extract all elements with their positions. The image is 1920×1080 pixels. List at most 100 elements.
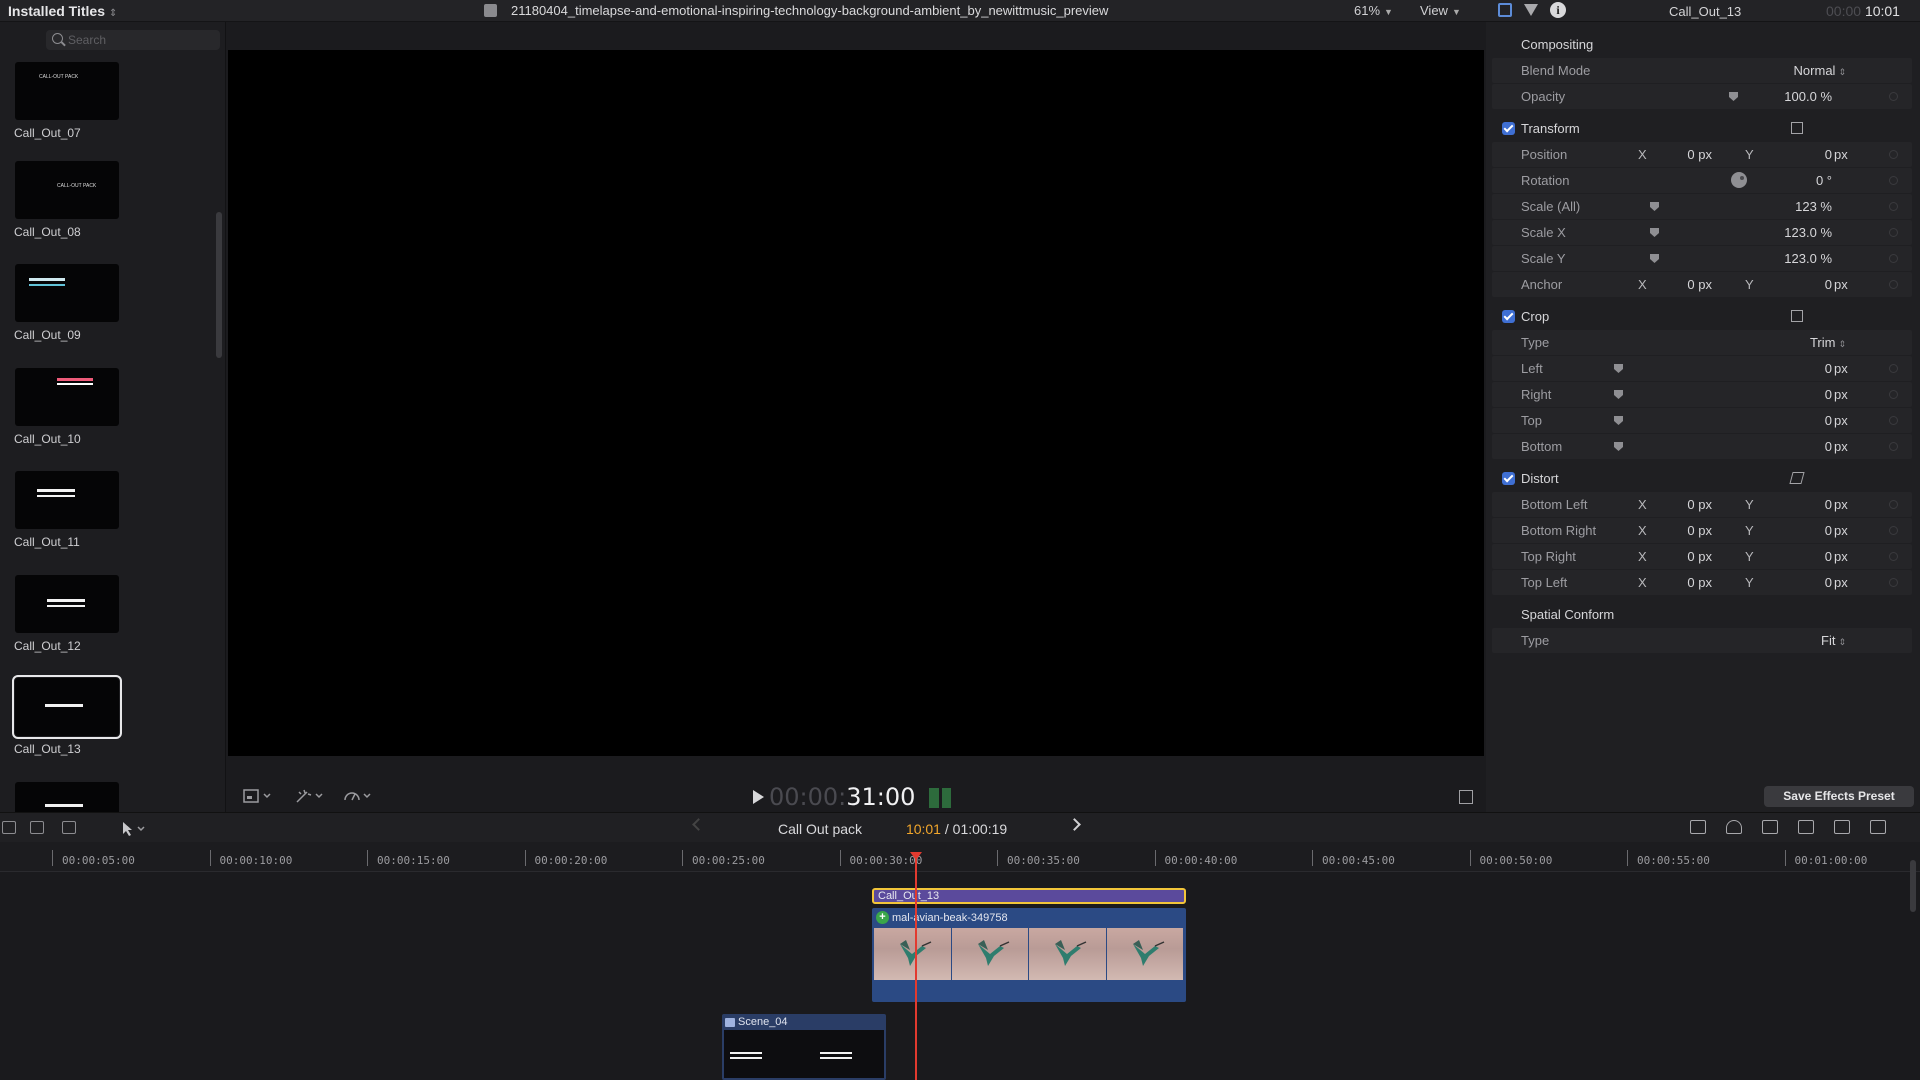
crop-bottom-value[interactable]: 0 [1788,439,1832,454]
crop-top-slider[interactable] [1614,416,1623,425]
select-tool-icon[interactable] [120,821,150,837]
bottom-right-y-value[interactable]: 0 [1788,523,1832,538]
search-field[interactable] [46,30,220,50]
rotation-value[interactable]: 0 ° [1816,173,1832,188]
forward-arrow-icon[interactable] [1068,818,1081,831]
browser-item-call-out-10[interactable]: Call_Out_10 [14,368,124,446]
crop-onscreen-icon[interactable] [1791,310,1803,322]
keyframe-icon[interactable] [1889,150,1898,159]
view-menu[interactable]: View ▼ [1420,3,1461,18]
timeline-scrollbar[interactable] [1910,860,1916,912]
transform-menu-icon[interactable] [243,788,275,804]
search-input[interactable] [68,32,208,48]
bottom-right-x-value[interactable]: 0 px [1666,523,1712,538]
connect-clip-icon[interactable] [2,821,16,834]
scale-y-slider[interactable] [1650,254,1659,263]
browser-scrollbar[interactable] [216,212,222,358]
keyframe-icon[interactable] [1889,526,1898,535]
keyframe-icon[interactable] [1889,176,1898,185]
distort-checkbox[interactable] [1502,472,1515,485]
keyframe-icon[interactable] [1889,228,1898,237]
viewer-canvas[interactable] [228,50,1484,756]
crop-left-slider[interactable] [1614,364,1623,373]
keyframe-icon[interactable] [1889,92,1898,101]
transform-onscreen-icon[interactable] [1791,122,1803,134]
enhancements-menu-icon[interactable] [295,788,327,804]
play-button[interactable] [753,790,764,804]
blend-mode-popup[interactable]: Normal ⇕ [1762,63,1846,78]
effects-browser-icon[interactable] [1834,820,1850,834]
crop-bottom-slider[interactable] [1614,442,1623,451]
insert-clip-icon[interactable] [30,821,44,834]
opacity-slider[interactable] [1729,92,1738,101]
rotation-dial[interactable] [1731,172,1747,188]
bottom-left-x-value[interactable]: 0 px [1666,497,1712,512]
top-right-y-value[interactable]: 0 [1788,549,1832,564]
video-clip[interactable]: + mal-avian-beak-349758 [872,908,1186,1002]
top-left-x-value[interactable]: 0 px [1666,575,1712,590]
keyframe-icon[interactable] [1889,254,1898,263]
scale-x-value[interactable]: 123.0 % [1784,225,1832,240]
browser-item-call-out-12[interactable]: Call_Out_12 [14,575,124,653]
keyframe-icon[interactable] [1889,552,1898,561]
opacity-value[interactable]: 100.0 % [1784,89,1832,104]
transitions-browser-icon[interactable] [1870,820,1886,834]
crop-right-value[interactable]: 0 [1788,387,1832,402]
keyframe-icon[interactable] [1889,416,1898,425]
playhead[interactable] [915,855,917,1080]
browser-item-call-out-13[interactable]: Call_Out_13 [12,675,124,756]
conform-type-popup[interactable]: Fit ⇕ [1762,633,1846,648]
crop-checkbox[interactable] [1502,310,1515,323]
back-arrow-icon[interactable] [692,818,705,831]
browser-item-call-out-07[interactable]: CALL-OUT PACK Call_Out_07 [14,62,124,140]
info-icon[interactable]: i [1550,2,1566,18]
anchor-y-value[interactable]: 0 [1788,277,1832,292]
crop-top-value[interactable]: 0 [1788,413,1832,428]
speed-menu-icon[interactable] [343,788,375,804]
distort-onscreen-icon[interactable] [1789,472,1805,484]
timeline-ruler[interactable]: 00:00:05:00 00:00:10:00 00:00:15:00 00:00:2… [0,842,1920,872]
viewer-timecode[interactable]: 00:00:31:00 [769,783,915,811]
snapping-icon[interactable] [1762,820,1778,834]
library-title-popup[interactable]: Installed Titles ⇕ [8,3,117,19]
headphones-icon[interactable] [1726,820,1742,834]
video-inspector-icon[interactable] [1498,3,1512,17]
crop-right-slider[interactable] [1614,390,1623,399]
browser-item-partial[interactable] [14,782,124,812]
position-y-value[interactable]: 0 [1788,147,1832,162]
scale-all-slider[interactable] [1650,202,1659,211]
audio-meter-icon[interactable] [929,788,951,808]
keyframe-icon[interactable] [1889,578,1898,587]
timeline-area[interactable]: Call_Out_13 + mal-avian-beak-349758 Scen… [0,872,1920,1080]
browser-item-call-out-11[interactable]: Call_Out_11 [14,471,124,549]
title-clip[interactable]: Call_Out_13 [872,888,1186,904]
scene-clip[interactable]: Scene_04 [722,1014,886,1080]
zoom-popup[interactable]: 61% ▼ [1354,3,1393,18]
color-inspector-icon[interactable] [1524,4,1538,16]
clip-appearance-icon[interactable] [1798,820,1814,834]
top-right-x-value[interactable]: 0 px [1666,549,1712,564]
crop-type-popup[interactable]: Trim ⇕ [1762,335,1846,350]
keyframe-icon[interactable] [1889,442,1898,451]
transform-checkbox[interactable] [1502,122,1515,135]
keyframe-icon[interactable] [1889,202,1898,211]
keyframe-icon[interactable] [1889,500,1898,509]
browser-item-call-out-08[interactable]: CALL-OUT PACK Call_Out_08 [14,161,124,239]
skimming-icon[interactable] [1690,820,1706,834]
fullscreen-icon[interactable] [1459,790,1473,804]
keyframe-icon[interactable] [1889,280,1898,289]
position-x-value[interactable]: 0 px [1666,147,1712,162]
browser-item-call-out-09[interactable]: Call_Out_09 [14,264,124,342]
keyframe-icon[interactable] [1889,390,1898,399]
save-effects-preset-button[interactable]: Save Effects Preset [1764,786,1914,807]
crop-left-value[interactable]: 0 [1788,361,1832,376]
keyframe-icon[interactable] [1889,364,1898,373]
top-left-y-value[interactable]: 0 [1788,575,1832,590]
scale-all-value[interactable]: 123 % [1795,199,1832,214]
append-clip-icon[interactable] [62,821,76,834]
bottom-left-y-value[interactable]: 0 [1788,497,1832,512]
anchor-x-value[interactable]: 0 px [1666,277,1712,292]
scale-y-value[interactable]: 123.0 % [1784,251,1832,266]
scale-x-slider[interactable] [1650,228,1659,237]
viewer-title: 21180404_timelapse-and-emotional-inspiri… [484,3,1108,18]
